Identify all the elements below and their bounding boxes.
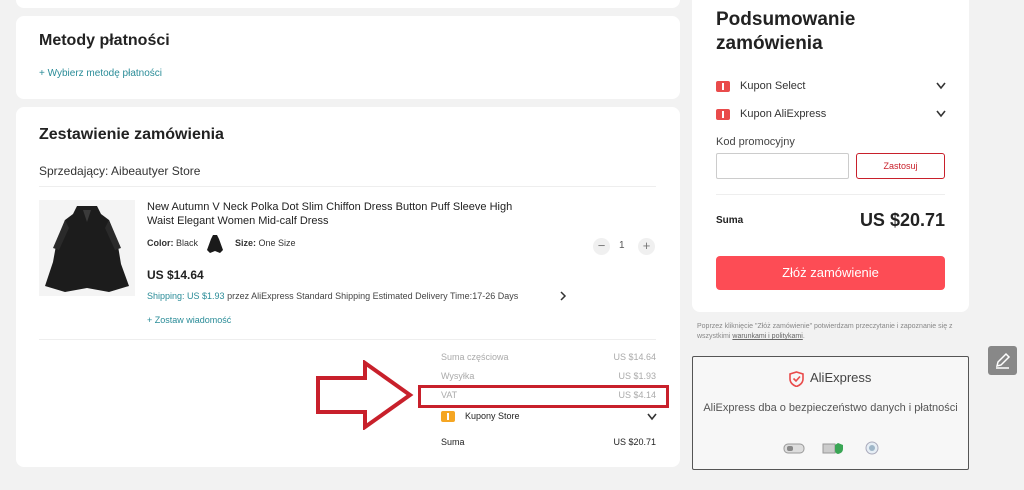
size-label: Size: xyxy=(235,238,257,248)
legal-text-end: . xyxy=(802,333,805,340)
payment-methods-card: Metody płatności + Wybierz metodę płatno… xyxy=(16,16,680,99)
terms-link[interactable]: warunkami i politykami xyxy=(732,333,802,340)
legal-notice: Poprzez kliknięcie "Złóż zamówienie" pot… xyxy=(697,322,967,342)
choose-payment-link[interactable]: + Wybierz metodę płatności xyxy=(39,68,162,79)
shipping-method: przez AliExpress Standard Shipping Estim… xyxy=(227,291,519,301)
red-arrow-annotation xyxy=(316,360,414,430)
order-total-value: US $20.71 xyxy=(613,437,656,447)
divider xyxy=(716,194,945,195)
shipping-cost: Shipping: US $1.93 xyxy=(147,291,225,301)
store-coupons-label[interactable]: Kupony Store xyxy=(465,411,520,421)
divider xyxy=(39,186,656,187)
color-value: Black xyxy=(176,238,199,248)
shield-icon xyxy=(789,371,804,387)
coupon-aliexpress-label[interactable]: Kupon AliExpress xyxy=(740,108,826,120)
subtotal-value: US $14.64 xyxy=(613,352,656,362)
divider xyxy=(39,339,656,340)
seller-name[interactable]: Sprzedający: Aibeautyer Store xyxy=(39,164,200,178)
chevron-down-icon[interactable] xyxy=(647,413,657,421)
promo-code-label: Kod promocyjny xyxy=(716,136,795,148)
vat-highlight-box xyxy=(418,385,669,408)
sidebar-total-label: Suma xyxy=(716,215,744,226)
coupon-select-icon xyxy=(716,81,730,92)
order-summary-sidebar: Podsumowanie zamówienia Kupon Select Kup… xyxy=(692,0,969,312)
product-price: US $14.64 xyxy=(147,268,204,282)
shipping-value: US $1.93 xyxy=(618,371,656,381)
apply-promo-button[interactable]: Zastosuj xyxy=(856,153,945,179)
size-attribute: Size: One Size xyxy=(235,238,296,248)
security-text: AliExpress dba o bezpieczeństwo danych i… xyxy=(703,402,958,414)
aliexpress-logo: AliExpress xyxy=(810,370,872,385)
product-title[interactable]: New Autumn V Neck Polka Dot Slim Chiffon… xyxy=(147,200,527,228)
subtotal-label: Suma częściowa xyxy=(441,352,509,362)
place-order-button[interactable]: Złóż zamówienie xyxy=(716,256,945,290)
coupon-aliexpress-icon xyxy=(716,109,730,120)
payment-methods-title: Metody płatności xyxy=(39,32,170,49)
color-attribute: Color: Black xyxy=(147,238,198,248)
coupon-icon xyxy=(441,411,455,422)
size-value: One Size xyxy=(258,238,296,248)
edit-button[interactable] xyxy=(988,346,1017,375)
chevron-right-icon[interactable] xyxy=(559,291,567,301)
coupon-select-label[interactable]: Kupon Select xyxy=(740,80,805,92)
shipping-label: Wysyłka xyxy=(441,371,475,381)
leave-message-link[interactable]: + Zostaw wiadomość xyxy=(147,315,231,325)
color-label: Color: xyxy=(147,238,174,248)
security-card: AliExpress AliExpress dba o bezpieczeńst… xyxy=(692,356,969,470)
card-icon xyxy=(783,443,805,454)
chevron-down-icon[interactable] xyxy=(936,82,946,90)
quantity-value[interactable]: 1 xyxy=(619,240,625,251)
product-image[interactable] xyxy=(39,200,135,296)
quantity-increase-button[interactable]: + xyxy=(638,238,655,255)
order-total-label: Suma xyxy=(441,437,465,447)
shipping-info[interactable]: Shipping: US $1.93 przez AliExpress Stan… xyxy=(147,291,518,301)
sidebar-title: Podsumowanie zamówienia xyxy=(716,9,856,54)
chevron-down-icon[interactable] xyxy=(936,110,946,118)
color-swatch-icon xyxy=(207,235,223,253)
order-overview-title: Zestawienie zamówienia xyxy=(39,126,224,143)
privacy-icon xyxy=(865,441,879,455)
promo-code-input[interactable] xyxy=(716,153,849,179)
previous-section-card xyxy=(16,0,680,8)
edit-icon xyxy=(995,352,1011,369)
sidebar-total-value: US $20.71 xyxy=(859,210,945,230)
quantity-decrease-button[interactable]: − xyxy=(593,238,610,255)
secure-shield-icon xyxy=(822,443,843,454)
